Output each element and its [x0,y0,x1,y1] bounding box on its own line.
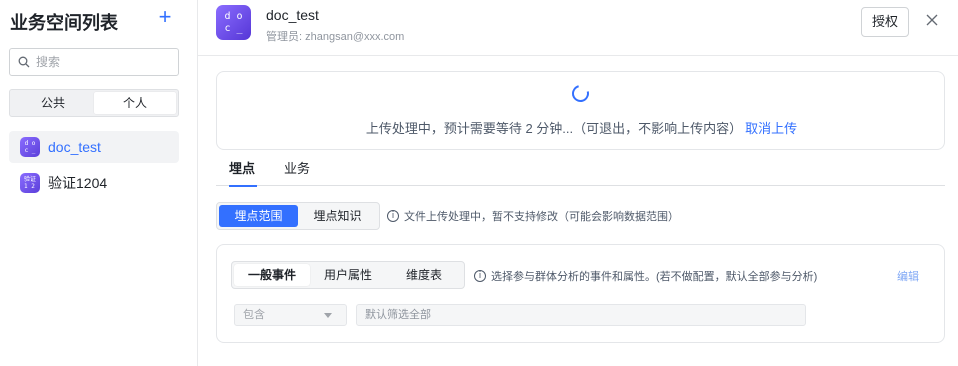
search-input[interactable] [36,55,166,69]
tab-tracking-knowledge[interactable]: 埋点知识 [298,205,377,227]
include-select[interactable]: 包含 [234,304,347,326]
main-tabs: 埋点 业务 [216,158,945,187]
space-item-doc-test[interactable]: d o c _ doc_test [9,131,179,163]
tracking-hint-text: 文件上传处理中，暂不支持修改（可能会影响数据范围） [404,211,679,223]
upload-status-panel: 上传处理中，预计需要等待 2 分钟...（可退出，不影响上传内容） 取消上传 [216,71,945,150]
info-icon: i [474,270,486,282]
space-name: doc_test [48,139,101,155]
info-icon: i [387,210,399,222]
plus-icon[interactable]: + [154,6,176,28]
event-hint-text: 选择参与群体分析的事件和属性。(若不做配置，默认全部参与分析) [491,271,818,283]
search-icon [18,56,30,68]
event-hint: i 选择参与群体分析的事件和属性。(若不做配置，默认全部参与分析) [474,268,817,284]
scope-segmented: 公共 个人 [9,89,179,117]
main-panel: d o c _ doc_test 管理员: zhangsan@xxx.com 授… [198,0,958,366]
tab-tracking-scope[interactable]: 埋点范围 [219,205,298,227]
tab-user-attributes[interactable]: 用户属性 [310,264,386,286]
tab-tracking[interactable]: 埋点 [229,158,257,187]
space-name: 验证1204 [48,175,108,191]
space-title: doc_test [266,7,319,23]
tab-dimension-tables[interactable]: 维度表 [386,264,462,286]
sidebar: 业务空间列表 + 公共 个人 d o c _ doc_test 验证 1 2 验… [0,0,198,366]
event-type-segmented: 一般事件 用户属性 维度表 [231,261,465,289]
tab-business[interactable]: 业务 [284,158,310,186]
include-select-value: 包含 [243,309,265,321]
space-item-verify[interactable]: 验证 1 2 验证1204 [9,167,179,199]
upload-message: 上传处理中，预计需要等待 2 分钟...（可退出，不影响上传内容） 取消上传 [217,118,946,137]
filter-placeholder: 默认筛选全部 [365,309,431,321]
tab-general-events[interactable]: 一般事件 [234,264,310,286]
header-divider [198,55,958,56]
loading-spinner-icon [568,81,593,106]
space-avatar-icon: 验证 1 2 [20,173,40,193]
search-box[interactable] [9,48,179,76]
authorize-button[interactable]: 授权 [861,7,909,37]
admin-line: 管理员: zhangsan@xxx.com [266,31,405,43]
filter-input[interactable]: 默认筛选全部 [356,304,806,326]
sidebar-title: 业务空间列表 [10,13,118,33]
space-avatar-icon: d o c _ [20,137,40,157]
tab-public[interactable]: 公共 [12,92,94,114]
edit-link[interactable]: 编辑 [897,268,919,284]
chevron-down-icon [324,313,332,318]
cancel-upload-link[interactable]: 取消上传 [745,121,797,136]
tracking-segmented: 埋点范围 埋点知识 [216,202,380,230]
space-logo: d o c _ [216,5,251,40]
event-config-panel: 一般事件 用户属性 维度表 i 选择参与群体分析的事件和属性。(若不做配置，默认… [216,244,945,343]
close-icon[interactable] [924,12,940,28]
tracking-hint: i 文件上传处理中，暂不支持修改（可能会影响数据范围） [387,208,679,224]
upload-message-text: 上传处理中，预计需要等待 2 分钟...（可退出，不影响上传内容） [365,121,743,136]
tab-personal[interactable]: 个人 [94,92,176,114]
